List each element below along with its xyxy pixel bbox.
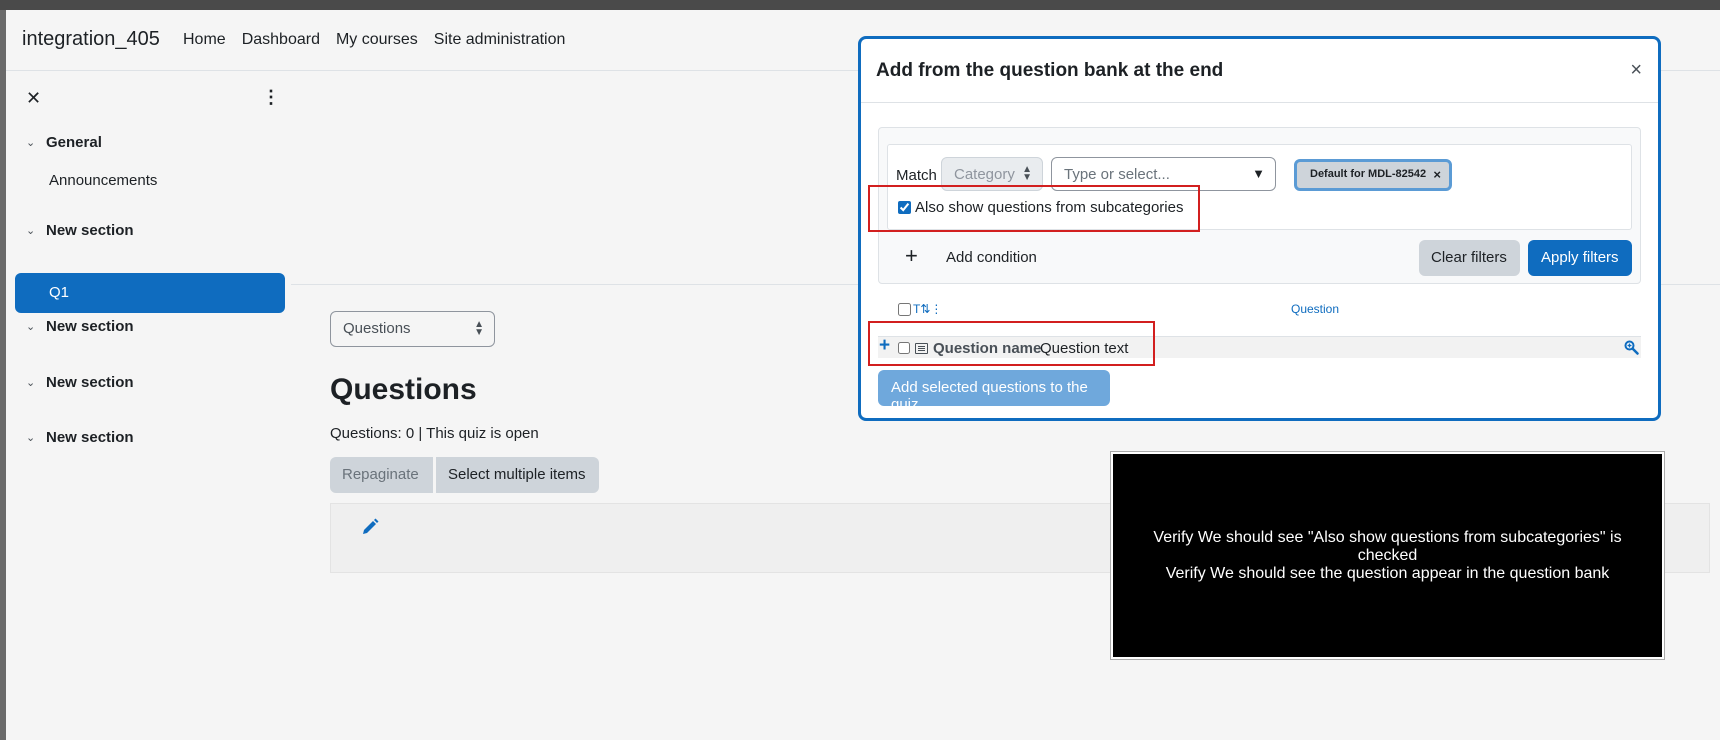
drawer-item-announcements[interactable]: Announcements xyxy=(49,172,157,189)
verification-overlay: Verify We should see "Also show question… xyxy=(1110,451,1665,660)
overlay-line-1: Verify We should see "Also show question… xyxy=(1153,528,1622,564)
quiz-status-text: Questions: 0 | This quiz is open xyxy=(330,425,539,442)
selected-category-chip[interactable]: Default for MDL-82542 × xyxy=(1294,159,1452,191)
nav-home[interactable]: Home xyxy=(183,31,226,49)
clear-filters-button[interactable]: Clear filters xyxy=(1419,240,1520,276)
primary-nav: Home Dashboard My courses Site administr… xyxy=(183,31,565,49)
section-new-2[interactable]: ⌄ New section xyxy=(26,318,134,335)
highlight-question-row xyxy=(868,321,1155,366)
highlight-subcategories xyxy=(868,185,1200,232)
drawer-item-q1[interactable]: Q1 xyxy=(15,273,285,313)
modal-header-divider xyxy=(861,102,1658,103)
chevron-down-icon: ⌄ xyxy=(26,321,36,333)
chevron-down-icon: ⌄ xyxy=(26,225,36,237)
nav-my-courses[interactable]: My courses xyxy=(336,31,418,49)
match-label: Match xyxy=(896,167,937,184)
select-multiple-button[interactable]: Select multiple items xyxy=(436,457,599,493)
remove-chip-icon[interactable]: × xyxy=(1433,167,1441,182)
select-all-checkbox[interactable] xyxy=(898,302,911,316)
site-brand[interactable]: integration_405 xyxy=(22,28,160,51)
questions-select[interactable]: Questions ▲ ▼ xyxy=(330,311,495,347)
close-icon[interactable]: × xyxy=(1630,59,1642,82)
section-general[interactable]: ⌄ General xyxy=(26,134,102,151)
select-arrows-icon: ▲ ▼ xyxy=(474,319,484,338)
sort-type-icon[interactable]: T⇅⋮ xyxy=(913,302,942,316)
nav-site-administration[interactable]: Site administration xyxy=(434,31,566,49)
section-new-1[interactable]: ⌄ New section xyxy=(26,222,134,239)
chevron-down-icon: ⌄ xyxy=(26,137,36,149)
question-column-header[interactable]: Question xyxy=(1291,302,1339,316)
table-header-row: T⇅⋮ Question xyxy=(898,294,1643,324)
nav-dashboard[interactable]: Dashboard xyxy=(242,31,320,49)
plus-icon[interactable]: + xyxy=(905,243,918,269)
overlay-line-2: Verify We should see the question appear… xyxy=(1165,564,1610,582)
close-drawer-icon[interactable]: ✕ xyxy=(26,88,41,109)
course-index-drawer: ✕ ⋮ ⌄ General Announcements ⌄ New sectio… xyxy=(6,71,291,740)
window-top-strip xyxy=(0,0,1720,10)
apply-filters-button[interactable]: Apply filters xyxy=(1528,240,1632,276)
dropdown-triangle-icon[interactable]: ▼ xyxy=(1252,166,1265,181)
kebab-menu-icon[interactable]: ⋮ xyxy=(262,87,280,108)
add-condition-button[interactable]: Add condition xyxy=(946,249,1037,266)
repaginate-button[interactable]: Repaginate xyxy=(330,457,433,493)
section-new-4[interactable]: ⌄ New section xyxy=(26,429,134,446)
chevron-down-icon: ⌄ xyxy=(26,432,36,444)
section-new-3[interactable]: ⌄ New section xyxy=(26,374,134,391)
modal-title: Add from the question bank at the end xyxy=(876,60,1224,81)
chevron-down-icon: ⌄ xyxy=(26,377,36,389)
page-title: Questions xyxy=(330,373,477,406)
pencil-icon[interactable] xyxy=(361,516,379,536)
add-selected-questions-button[interactable]: Add selected questions to the quiz xyxy=(878,370,1110,413)
select-arrows-icon: ▲ ▼ xyxy=(1022,164,1032,183)
preview-zoom-icon[interactable] xyxy=(1623,339,1639,355)
